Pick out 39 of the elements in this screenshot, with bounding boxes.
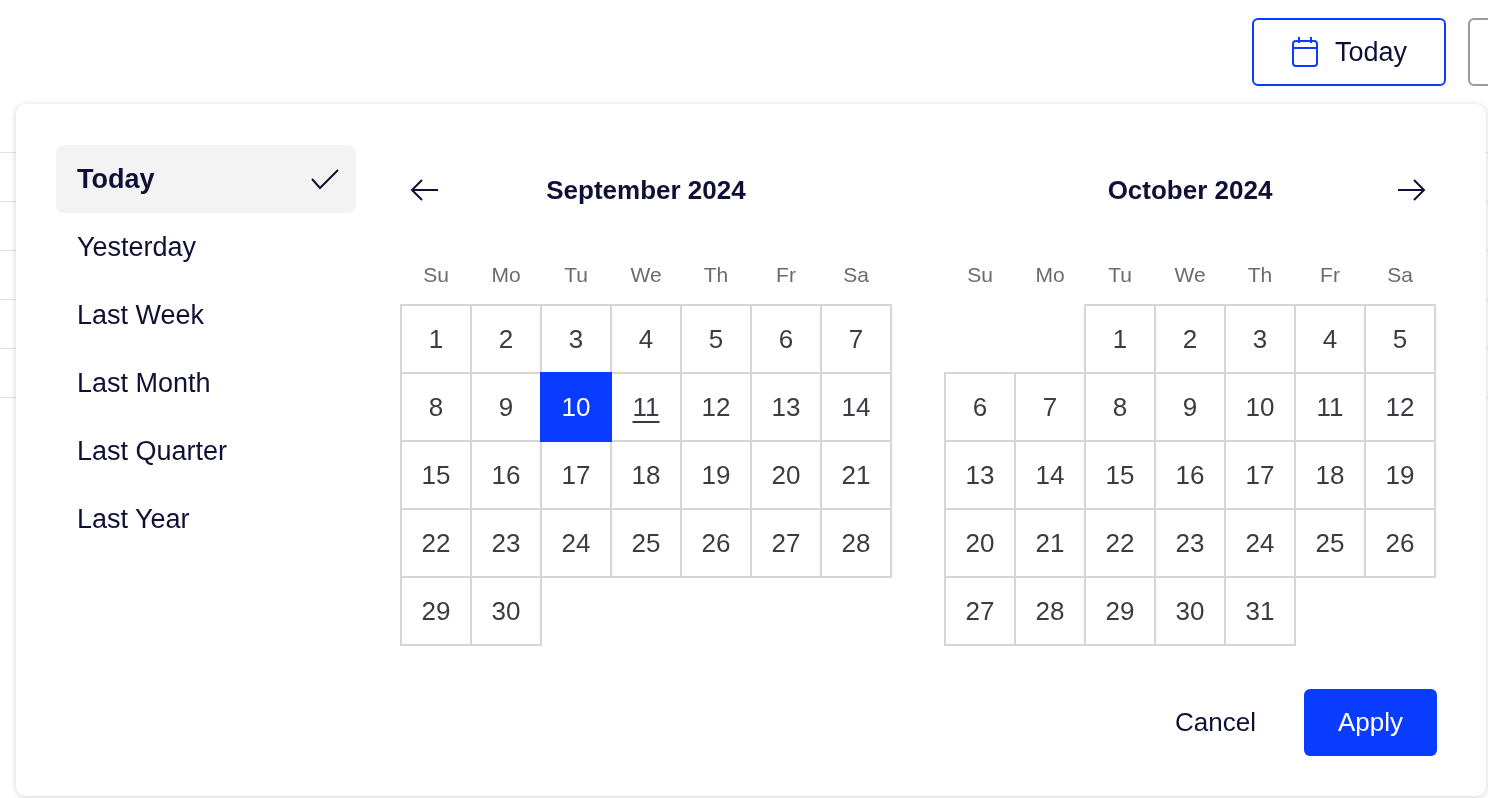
day-cell[interactable]: 5: [1364, 304, 1436, 374]
preset-option[interactable]: Last Month: [56, 349, 356, 417]
day-cell[interactable]: 1: [1084, 304, 1156, 374]
weekday-label: Th: [702, 262, 730, 288]
day-cell[interactable]: 29: [400, 576, 472, 646]
calendar-icon: [1290, 36, 1319, 68]
preset-option[interactable]: Today: [56, 145, 356, 213]
day-cell[interactable]: 27: [944, 576, 1016, 646]
preset-option[interactable]: Yesterday: [56, 213, 356, 281]
day-cell[interactable]: 1: [400, 304, 472, 374]
weekday-label: Su: [966, 262, 994, 288]
weekday-label: We: [629, 262, 663, 288]
weekday-label: Sa: [842, 262, 870, 288]
month-title: September 2024: [546, 174, 746, 206]
weekday-label: Tu: [563, 262, 589, 288]
preset-option[interactable]: Last Week: [56, 281, 356, 349]
weekday-label: Fr: [775, 262, 797, 288]
check-icon: [310, 168, 340, 190]
day-cell[interactable]: 7: [820, 304, 892, 374]
day-cell[interactable]: 10: [540, 372, 612, 442]
date-range-button[interactable]: Today: [1252, 18, 1446, 86]
month-title: October 2024: [1107, 174, 1273, 206]
weekday-label: Su: [422, 262, 450, 288]
weekday-label: Mo: [1034, 262, 1066, 288]
weekday-label: Fr: [1319, 262, 1341, 288]
weekday-label: We: [1173, 262, 1207, 288]
preset-option[interactable]: Last Year: [56, 485, 356, 553]
weekday-label: Th: [1246, 262, 1274, 288]
preset-option[interactable]: Last Quarter: [56, 417, 356, 485]
cancel-button[interactable]: Cancel: [1175, 707, 1256, 738]
day-cell[interactable]: 26: [1364, 508, 1436, 578]
day-cell[interactable]: 31: [1224, 576, 1296, 646]
weekday-label: Mo: [490, 262, 522, 288]
apply-button[interactable]: Apply: [1304, 689, 1437, 756]
weekday-label: Tu: [1107, 262, 1133, 288]
day-cell[interactable]: 28: [820, 508, 892, 578]
weekday-label: Sa: [1386, 262, 1414, 288]
day-cell[interactable]: 6: [944, 372, 1016, 442]
day-cell[interactable]: 30: [470, 576, 542, 646]
